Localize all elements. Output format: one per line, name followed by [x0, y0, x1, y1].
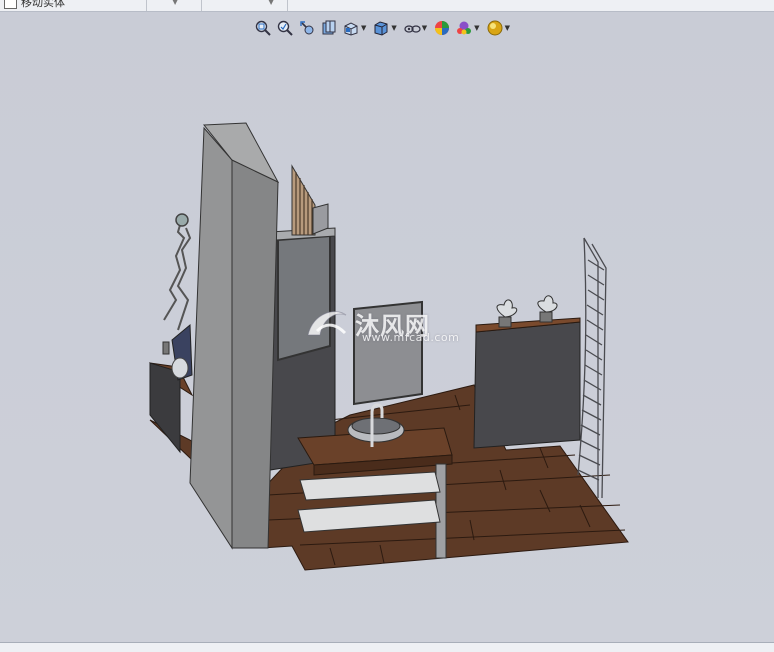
- potted-plant-right: [537, 295, 558, 323]
- watermark: 沐风网 www.mfcad.com: [305, 305, 459, 344]
- right-cabinet-front: [473, 321, 581, 449]
- shower-head: [171, 357, 189, 379]
- vessel-sink-bowl: [351, 417, 401, 435]
- towel-radiator: [577, 237, 607, 499]
- watermark-url: www.mfcad.com: [362, 331, 460, 344]
- tall-wall-front: [189, 126, 233, 550]
- logo-icon: [307, 311, 347, 336]
- door-glass-panel: [277, 234, 331, 362]
